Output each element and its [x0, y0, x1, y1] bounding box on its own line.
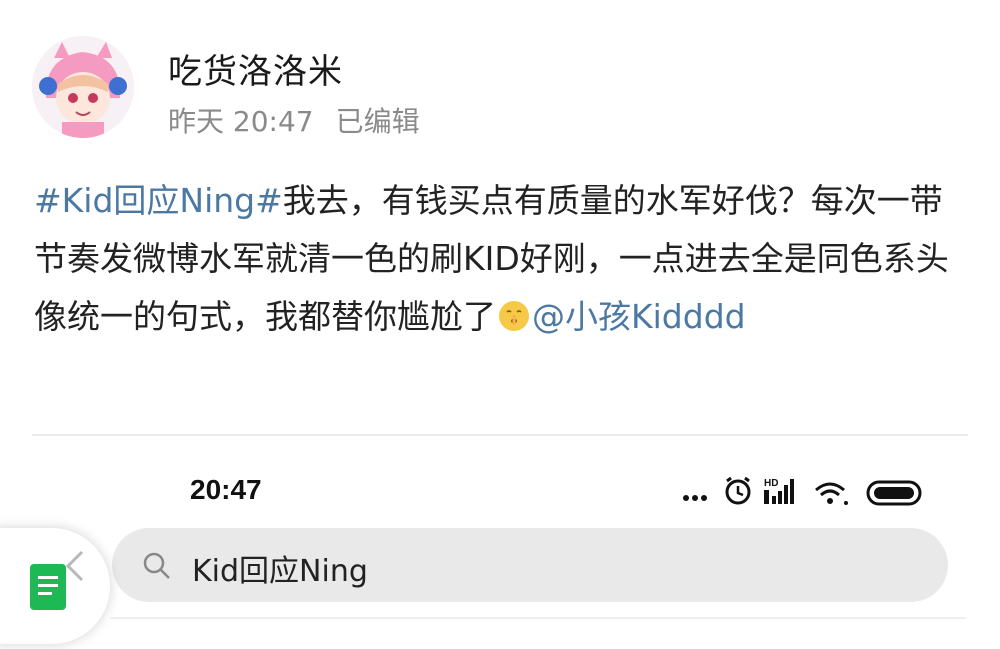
edited-label: 已编辑 — [335, 105, 420, 138]
floating-widget[interactable] — [0, 528, 110, 644]
alarm-icon — [725, 476, 751, 505]
post-divider — [32, 434, 968, 436]
user-avatar[interactable] — [32, 36, 134, 138]
status-bar-icons: HD — [680, 472, 930, 512]
mention-link[interactable]: @小孩Kidddd — [532, 297, 746, 336]
post-text: #Kid回应Ning#我去，有钱买点有质量的水军好伐？每次一带节奏发微博水军就清… — [34, 172, 964, 346]
search-query[interactable]: Kid回应Ning — [192, 546, 368, 590]
hd-signal-icon: HD — [764, 478, 794, 504]
more-dots-icon — [683, 495, 707, 501]
svg-text:HD: HD — [764, 478, 778, 489]
post-time: 昨天 20:47 — [168, 105, 314, 138]
search-icon — [143, 552, 170, 579]
username[interactable]: 吃货洛洛米 — [168, 44, 343, 93]
wifi-icon — [815, 482, 848, 505]
avatar-image — [32, 36, 134, 138]
hashtag-link[interactable]: #Kid回应Ning# — [34, 181, 283, 220]
status-time: 20:47 — [190, 474, 262, 505]
shush-face-emoji — [499, 301, 529, 331]
post-meta: 昨天 20:47 已编辑 — [168, 100, 420, 140]
search-bar[interactable]: Kid回应Ning — [112, 528, 948, 602]
battery-icon — [866, 480, 922, 506]
weibo-post-screen: 吃货洛洛米 昨天 20:47 已编辑 #Kid回应Ning#我去，有钱买点有质量的… — [0, 0, 1000, 649]
chevron-left-icon[interactable] — [58, 548, 94, 584]
bottom-divider — [110, 617, 966, 619]
